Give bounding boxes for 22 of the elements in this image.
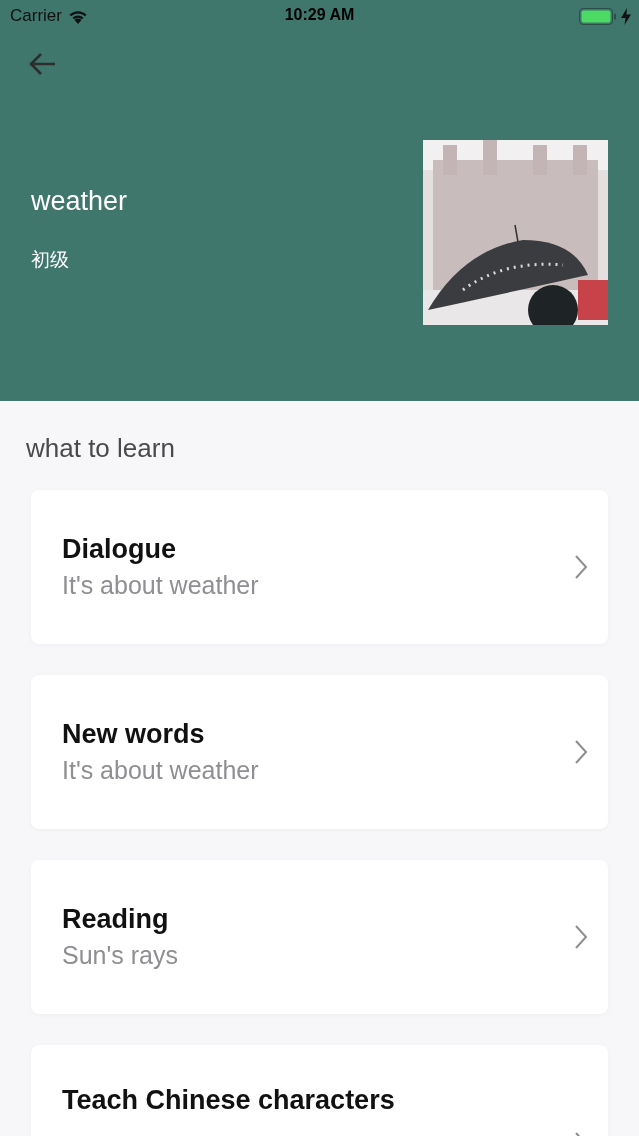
battery-icon xyxy=(579,7,617,25)
lesson-card-title: Teach Chinese characters xyxy=(62,1085,395,1116)
section-heading: what to learn xyxy=(26,433,175,464)
lesson-title: weather xyxy=(31,186,128,217)
lesson-card[interactable]: New words It's about weather xyxy=(31,675,608,829)
lesson-card-subtitle: It's about weather xyxy=(62,756,259,785)
level-label: 初级 xyxy=(31,248,70,272)
lesson-card-title: New words xyxy=(62,719,206,750)
lesson-card[interactable]: Teach Chinese characters xyxy=(31,1045,608,1136)
lesson-card-title: Reading xyxy=(62,904,170,935)
lesson-card-title: Dialogue xyxy=(62,534,177,565)
lesson-card[interactable]: Reading Sun's rays xyxy=(31,860,608,1014)
lesson-card[interactable]: Dialogue It's about weather xyxy=(31,490,608,644)
clock-time: 10:29 AM xyxy=(284,6,355,24)
wifi-icon xyxy=(67,8,88,24)
chevron-icon xyxy=(574,924,588,950)
lesson-card-subtitle: Sun's rays xyxy=(62,941,178,970)
carrier-label: Carrier xyxy=(10,6,62,26)
chevron-icon xyxy=(574,739,588,765)
charging-icon xyxy=(621,7,631,25)
chevron-icon xyxy=(574,554,588,580)
lesson-card-subtitle: It's about weather xyxy=(62,571,259,600)
